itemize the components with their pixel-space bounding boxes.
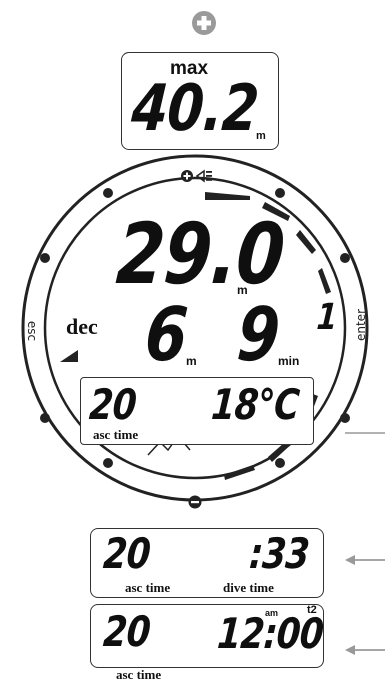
- max-depth-panel: max 40.2 m: [121, 52, 279, 150]
- alt2-asc-time-label: asc time: [114, 667, 164, 682]
- max-depth-unit: m: [256, 130, 266, 142]
- current-depth-value: 29.0: [113, 205, 288, 303]
- temperature-value: 18°C: [209, 380, 301, 429]
- alt1-asc-time-label: asc time: [125, 580, 171, 595]
- alt1-asc-time-value: 20: [101, 529, 152, 578]
- alt2-asc-time-value: 20: [101, 607, 152, 656]
- dive-time-label: dive time: [223, 580, 274, 595]
- esc-button-label[interactable]: esc: [25, 321, 39, 341]
- side-digit: 1: [315, 297, 338, 338]
- plus-icon: [192, 11, 216, 35]
- top-bezel-icons: [181, 169, 212, 183]
- inner-info-panel: 20 18°C asc time: [80, 377, 314, 445]
- deco-depth-unit: m: [186, 354, 197, 368]
- arrow-left-icon: [345, 645, 385, 655]
- enter-button-label[interactable]: enter: [354, 309, 368, 341]
- dive-time-value: :33: [247, 529, 311, 578]
- clock-value: 12:00: [215, 609, 325, 658]
- max-depth-value: 40.2: [129, 72, 261, 146]
- arrow-left-icon: [345, 555, 385, 565]
- deco-time-value: 9: [234, 292, 282, 378]
- plus-button[interactable]: [189, 8, 219, 38]
- inner-asc-time-label: asc time: [93, 427, 139, 442]
- alt-panel-clock: 20 am t2 12:00: [90, 604, 325, 668]
- inner-asc-time-value: 20: [87, 380, 138, 429]
- deco-label: dec: [66, 314, 98, 339]
- minus-icon: [188, 495, 202, 509]
- alt-panel-dive-time: 20 :33 asc time dive time: [90, 528, 324, 598]
- deco-depth-value: 6: [142, 292, 190, 378]
- deco-time-unit: min: [278, 354, 300, 368]
